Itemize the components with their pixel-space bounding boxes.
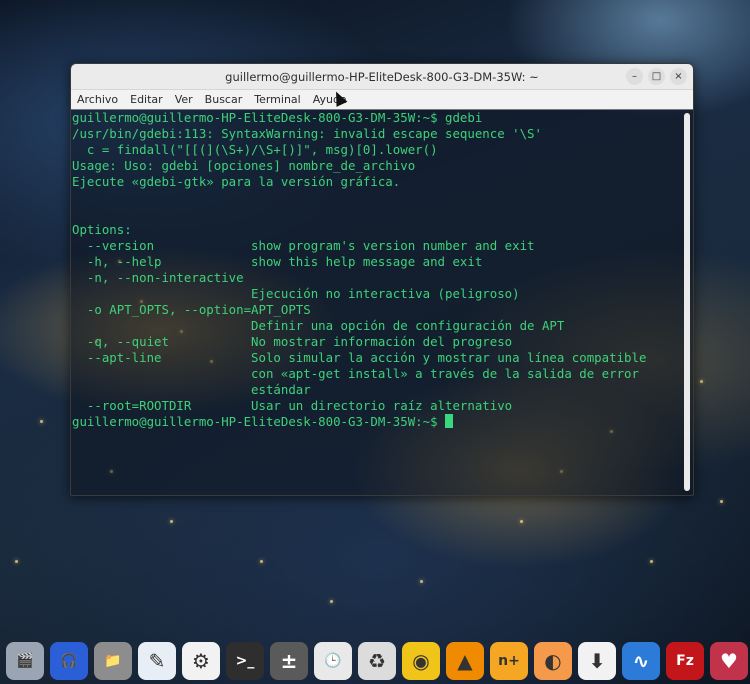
terminal-line: --apt-line Solo simular la acción y most… [72, 350, 647, 365]
terminal-line: guillermo@guillermo-HP-EliteDesk-800-G3-… [72, 110, 483, 125]
terminal-icon[interactable]: >_ [226, 642, 264, 680]
terminal-line: --root=ROOTDIR Usar un directorio raíz a… [72, 398, 513, 413]
system-monitor-icon[interactable]: ∿ [622, 642, 660, 680]
terminal-scrollbar[interactable] [684, 113, 690, 491]
menu-archivo[interactable]: Archivo [77, 93, 118, 106]
window-title: guillermo@guillermo-HP-EliteDesk-800-G3-… [225, 69, 539, 84]
menu-editar[interactable]: Editar [130, 93, 163, 106]
menu-ver[interactable]: Ver [175, 93, 193, 106]
media-player-icon[interactable]: 🎬 [6, 642, 44, 680]
terminal-line: Usage: Uso: gdebi [opciones] nombre_de_a… [72, 158, 416, 173]
menu-bar: Archivo Editar Ver Buscar Terminal Ayuda [71, 90, 693, 110]
terminal-line: -q, --quiet No mostrar información del p… [72, 334, 513, 349]
package-installer-icon[interactable]: ⬇ [578, 642, 616, 680]
terminal-line: Ejecución no interactiva (peligroso) [72, 286, 520, 301]
terminal-cursor [445, 414, 453, 428]
terminal-line: -n, --non-interactive [72, 270, 244, 285]
terminal-prompt-line[interactable]: guillermo@guillermo-HP-EliteDesk-800-G3-… [72, 414, 693, 430]
dock: 🎬 🎧 📁 ✎ ⚙ >_ ± 🕒 ♻ ◉ ▲ n+ ◐ ⬇ ∿ Fz ♥ [0, 638, 750, 684]
terminal-line: -o APT_OPTS, --option=APT_OPTS [72, 302, 311, 317]
maximize-button[interactable]: □ [648, 68, 665, 85]
close-button[interactable]: × [670, 68, 687, 85]
terminal-line: Definir una opción de configuración de A… [72, 318, 565, 333]
favorites-icon[interactable]: ♥ [710, 642, 748, 680]
terminal-line: c = findall("[[(](\S+)/\S+[)]", msg)[0].… [72, 142, 438, 157]
audio-editor-icon[interactable]: 🎧 [50, 642, 88, 680]
vlc-icon[interactable]: ▲ [446, 642, 484, 680]
window-titlebar[interactable]: guillermo@guillermo-HP-EliteDesk-800-G3-… [71, 64, 693, 90]
text-editor-icon[interactable]: ✎ [138, 642, 176, 680]
terminal-line: Ejecute «gdebi-gtk» para la versión gráf… [72, 174, 401, 189]
terminal-line: -h, --help show this help message and ex… [72, 254, 483, 269]
menu-terminal[interactable]: Terminal [254, 93, 301, 106]
terminal-line: estándar [72, 382, 311, 397]
settings-toggle-icon[interactable]: ⚙ [182, 642, 220, 680]
orange-app-icon[interactable]: ◐ [534, 642, 572, 680]
terminal-prompt: guillermo@guillermo-HP-EliteDesk-800-G3-… [72, 414, 445, 429]
terminal-line: /usr/bin/gdebi:113: SyntaxWarning: inval… [72, 126, 542, 141]
terminal-line: Options: [72, 222, 132, 237]
scrollbar-thumb[interactable] [684, 113, 690, 491]
font-app-icon[interactable]: n+ [490, 642, 528, 680]
filezilla-icon[interactable]: Fz [666, 642, 704, 680]
terminal-window[interactable]: guillermo@guillermo-HP-EliteDesk-800-G3-… [70, 63, 694, 496]
minimize-button[interactable]: – [626, 68, 643, 85]
terminal-output[interactable]: guillermo@guillermo-HP-EliteDesk-800-G3-… [71, 109, 693, 495]
music-player-icon[interactable]: ◉ [402, 642, 440, 680]
trash-icon[interactable]: ♻ [358, 642, 396, 680]
menu-buscar[interactable]: Buscar [205, 93, 243, 106]
calculator-icon[interactable]: ± [270, 642, 308, 680]
terminal-line: con «apt-get install» a través de la sal… [72, 366, 639, 381]
terminal-line: --version show program's version number … [72, 238, 535, 253]
clock-icon[interactable]: 🕒 [314, 642, 352, 680]
files-icon[interactable]: 📁 [94, 642, 132, 680]
